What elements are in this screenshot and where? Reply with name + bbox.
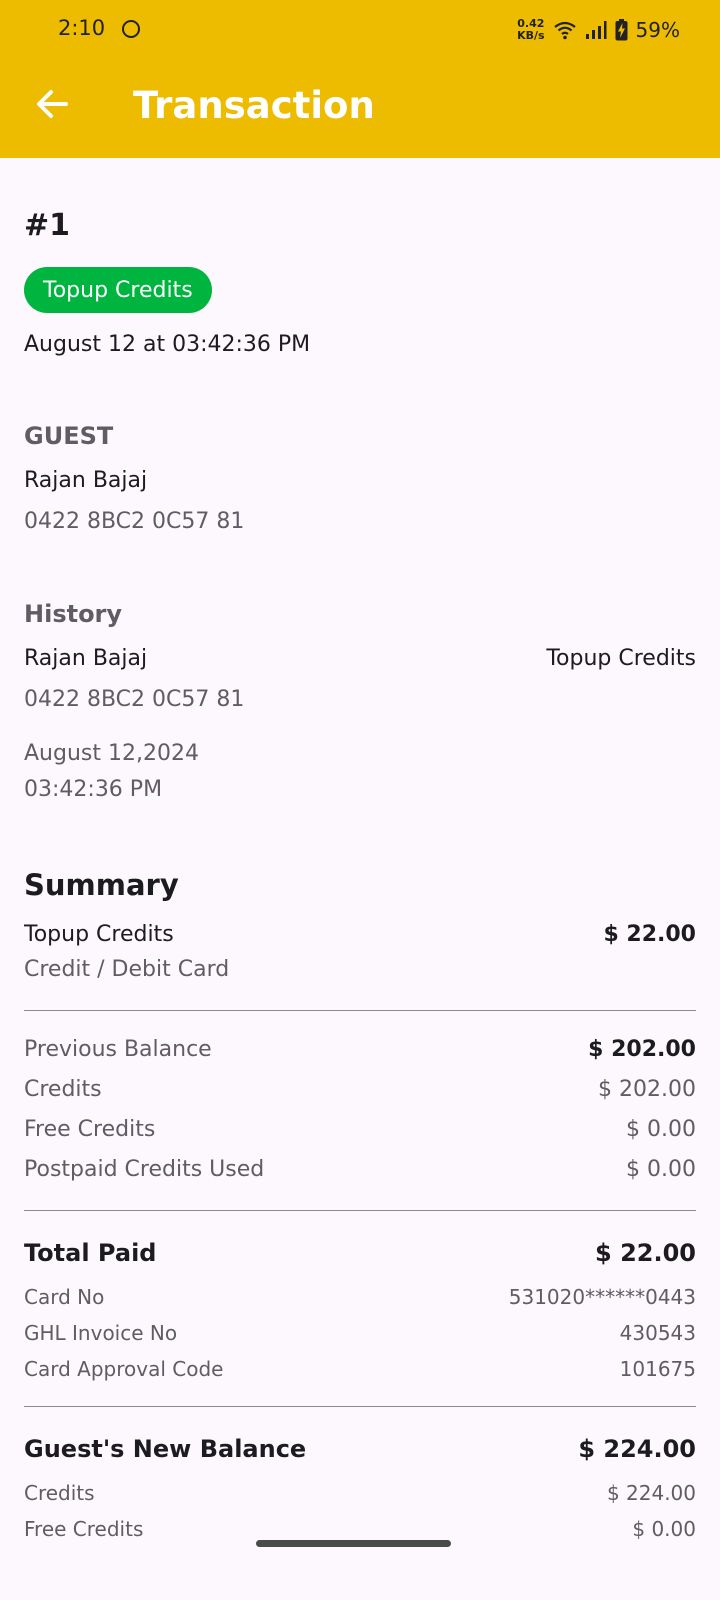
transaction-type-badge: Topup Credits bbox=[24, 267, 212, 313]
summary-item-label: Topup Credits bbox=[24, 922, 174, 947]
previous-free-credits-label: Free Credits bbox=[24, 1117, 156, 1142]
guest-heading: GUEST bbox=[24, 422, 114, 450]
page-title: Transaction bbox=[133, 84, 375, 127]
postpaid-credits-value: $ 0.00 bbox=[626, 1157, 696, 1182]
card-no-label: Card No bbox=[24, 1285, 105, 1309]
divider bbox=[24, 1406, 696, 1407]
new-balance-label: Guest's New Balance bbox=[24, 1435, 307, 1463]
approval-code-value: 101675 bbox=[619, 1357, 696, 1381]
invoice-no-label: GHL Invoice No bbox=[24, 1321, 178, 1345]
payment-method: Credit / Debit Card bbox=[24, 957, 230, 982]
notification-icon bbox=[122, 20, 140, 38]
gesture-nav-handle[interactable] bbox=[256, 1540, 451, 1547]
summary-item-amount: $ 22.00 bbox=[603, 922, 696, 947]
wifi-icon bbox=[553, 21, 576, 40]
divider bbox=[24, 1010, 696, 1011]
new-free-credits-label: Free Credits bbox=[24, 1517, 144, 1541]
app-bar: 2:10 0.42 KB/s 59% Transaction bbox=[0, 0, 720, 158]
card-no-value: 531020******0443 bbox=[508, 1285, 696, 1309]
transaction-id: #1 bbox=[24, 208, 71, 243]
approval-code-label: Card Approval Code bbox=[24, 1357, 224, 1381]
summary-heading: Summary bbox=[24, 868, 179, 902]
new-free-credits-value: $ 0.00 bbox=[632, 1517, 696, 1541]
guest-name: Rajan Bajaj bbox=[24, 468, 148, 493]
signal-icon bbox=[585, 21, 607, 39]
previous-balance-amount: $ 202.00 bbox=[588, 1037, 696, 1062]
battery-charging-icon bbox=[615, 19, 628, 41]
new-balance-amount: $ 224.00 bbox=[578, 1435, 696, 1463]
new-credits-value: $ 224.00 bbox=[606, 1481, 696, 1505]
previous-balance-label: Previous Balance bbox=[24, 1037, 212, 1062]
history-type: Topup Credits bbox=[546, 646, 696, 671]
status-time: 2:10 bbox=[58, 16, 106, 40]
battery-percentage: 59% bbox=[635, 18, 680, 42]
transaction-detail: #1 Topup Credits August 12 at 03:42:36 P… bbox=[24, 158, 696, 1600]
postpaid-credits-label: Postpaid Credits Used bbox=[24, 1157, 265, 1182]
history-date: August 12,2024 bbox=[24, 741, 199, 766]
previous-credits-label: Credits bbox=[24, 1077, 102, 1102]
total-paid-amount: $ 22.00 bbox=[595, 1239, 696, 1267]
guest-card-id: 0422 8BC2 0C57 81 bbox=[24, 509, 245, 534]
new-credits-label: Credits bbox=[24, 1481, 95, 1505]
history-guest-name: Rajan Bajaj bbox=[24, 646, 148, 671]
arrow-left-icon[interactable] bbox=[32, 84, 72, 124]
invoice-no-value: 430543 bbox=[619, 1321, 696, 1345]
transaction-datetime: August 12 at 03:42:36 PM bbox=[24, 332, 311, 357]
history-time: 03:42:36 PM bbox=[24, 777, 163, 802]
history-card-id: 0422 8BC2 0C57 81 bbox=[24, 687, 245, 712]
history-heading: History bbox=[24, 600, 123, 628]
status-icons: 0.42 KB/s 59% bbox=[517, 15, 680, 45]
total-paid-label: Total Paid bbox=[24, 1239, 157, 1267]
previous-free-credits-value: $ 0.00 bbox=[626, 1117, 696, 1142]
divider bbox=[24, 1210, 696, 1211]
previous-credits-value: $ 202.00 bbox=[598, 1077, 696, 1102]
network-speed: 0.42 KB/s bbox=[517, 17, 545, 42]
